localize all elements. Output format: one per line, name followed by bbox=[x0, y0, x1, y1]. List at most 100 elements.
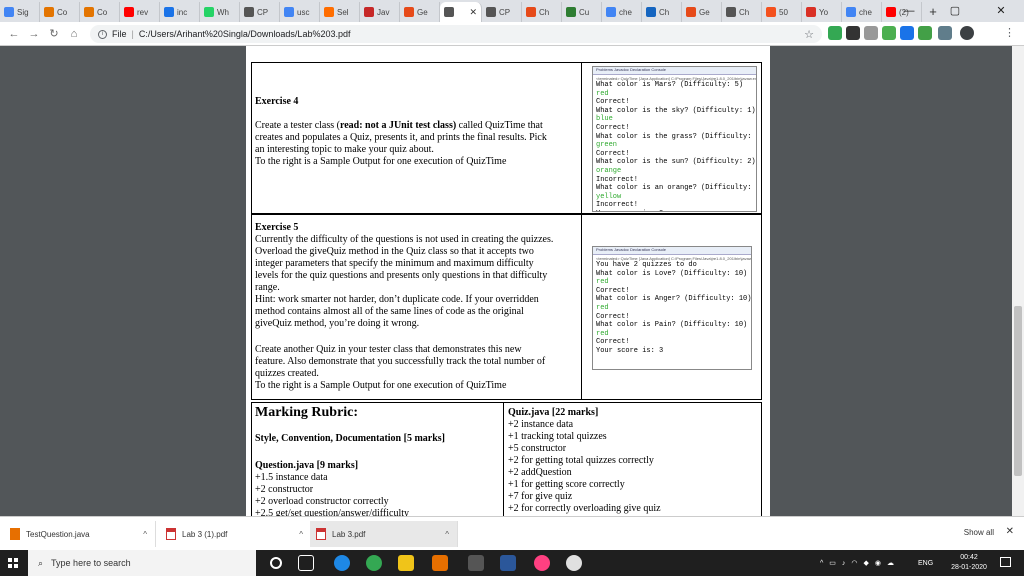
forward-button[interactable]: → bbox=[24, 28, 44, 40]
download-item[interactable]: Lab 3 (1).pdf ^ bbox=[160, 521, 312, 547]
itunes-icon[interactable] bbox=[534, 555, 550, 571]
browser-tab[interactable]: Jav bbox=[360, 2, 400, 22]
tab-favicon-icon bbox=[124, 7, 134, 17]
windows-taskbar: ⌕ Type here to search ^ ▭ ♪ ◠ ◆ ◉ ☁ ENG … bbox=[0, 550, 1024, 576]
browser-tab[interactable]: Sig bbox=[0, 2, 40, 22]
notifications-icon[interactable] bbox=[1000, 557, 1011, 567]
chrome-icon[interactable] bbox=[366, 555, 382, 571]
browser-tab[interactable]: Ch bbox=[522, 2, 562, 22]
extension-icon[interactable] bbox=[900, 26, 914, 40]
browser-tab[interactable]: Yo bbox=[802, 2, 842, 22]
quiz-java-heading: Quiz.java [22 marks] bbox=[508, 407, 599, 418]
onedrive-icon[interactable]: ☁ bbox=[887, 559, 894, 567]
cortana-icon[interactable] bbox=[270, 557, 282, 569]
tab-label: Sel bbox=[337, 7, 349, 17]
task-view-icon[interactable] bbox=[298, 555, 314, 571]
tab-favicon-icon bbox=[444, 7, 454, 17]
scrollbar-thumb[interactable] bbox=[1014, 306, 1022, 476]
extension-icon[interactable] bbox=[828, 26, 842, 40]
extension-icon[interactable] bbox=[846, 26, 860, 40]
minimize-button[interactable]: — bbox=[886, 0, 932, 22]
address-scheme: File bbox=[112, 29, 127, 39]
close-tab-icon[interactable]: ✕ bbox=[469, 7, 477, 18]
browser-tab[interactable]: Ge bbox=[400, 2, 440, 22]
bookmark-star-icon[interactable]: ☆ bbox=[804, 28, 814, 41]
chevron-up-icon[interactable]: ^ bbox=[820, 560, 823, 567]
taskbar-search-box[interactable]: ⌕ Type here to search bbox=[28, 550, 256, 576]
download-item-name: TestQuestion.java bbox=[26, 529, 90, 539]
extension-icon[interactable] bbox=[864, 26, 878, 40]
tab-label: Ch bbox=[739, 7, 750, 17]
back-button[interactable]: ← bbox=[4, 28, 24, 40]
tab-favicon-icon bbox=[566, 7, 576, 17]
console-line: Correct! bbox=[596, 149, 630, 158]
browser-tab[interactable]: Ge bbox=[682, 2, 722, 22]
maximize-button[interactable]: ▢ bbox=[932, 0, 978, 22]
tray-app-icon[interactable]: ◆ bbox=[864, 559, 869, 567]
browser-tab[interactable]: usc bbox=[280, 2, 320, 22]
avatar[interactable] bbox=[960, 26, 974, 40]
clock[interactable]: 00:42 28-01-2020 bbox=[944, 553, 994, 573]
address-bar[interactable]: i File | C:/Users/Arihant%20Singla/Downl… bbox=[90, 25, 822, 43]
download-item-name: Lab 3.pdf bbox=[332, 529, 366, 539]
show-all-downloads-button[interactable]: Show all bbox=[964, 528, 994, 537]
tab-favicon-icon bbox=[244, 7, 254, 17]
eclipse-icon[interactable] bbox=[432, 555, 448, 571]
chevron-up-icon[interactable]: ^ bbox=[143, 530, 147, 539]
edge-icon[interactable] bbox=[334, 555, 350, 571]
browser-tab[interactable]: Ch bbox=[642, 2, 682, 22]
info-icon[interactable]: i bbox=[98, 29, 107, 39]
tab-favicon-icon bbox=[404, 7, 414, 17]
windows-start-icon[interactable] bbox=[8, 558, 18, 568]
browser-tab[interactable]: Ch bbox=[722, 2, 762, 22]
console-line: Incorrect! bbox=[596, 175, 639, 184]
home-button[interactable]: ⌂ bbox=[64, 28, 84, 40]
wifi-icon[interactable]: ◠ bbox=[851, 559, 857, 567]
address-url: C:/Users/Arihant%20Singla/Downloads/Lab%… bbox=[138, 29, 351, 39]
download-item[interactable]: Lab 3.pdf ^ bbox=[310, 521, 458, 547]
tab-favicon-icon bbox=[486, 7, 496, 17]
reload-button[interactable]: ↻ bbox=[44, 27, 64, 40]
extension-icon[interactable] bbox=[882, 26, 896, 40]
download-item[interactable]: TestQuestion.java ^ bbox=[4, 521, 156, 547]
volume-icon[interactable]: ♪ bbox=[842, 560, 846, 567]
browser-tab[interactable]: che bbox=[842, 2, 882, 22]
battery-icon[interactable]: ▭ bbox=[829, 559, 836, 567]
tray-app-icon[interactable]: ◉ bbox=[875, 559, 881, 567]
browser-tab[interactable]: inc bbox=[160, 2, 200, 22]
word-icon[interactable] bbox=[500, 555, 516, 571]
close-downloads-bar-button[interactable]: ✕ bbox=[1006, 526, 1014, 537]
console-tab-bar: Problems Javadoc Declaration Console bbox=[593, 67, 756, 75]
browser-tab[interactable]: rev bbox=[120, 2, 160, 22]
chevron-up-icon[interactable]: ^ bbox=[299, 530, 303, 539]
browser-tab[interactable]: ✕ bbox=[440, 2, 482, 22]
extension-icon[interactable] bbox=[918, 26, 932, 40]
exercise-5-title: Exercise 5 bbox=[255, 222, 299, 233]
browser-tab[interactable]: CP bbox=[240, 2, 280, 22]
menu-kebab-icon[interactable]: ⋮ bbox=[1004, 26, 1015, 39]
tab-label: Wh bbox=[217, 7, 229, 17]
browser-tab[interactable]: Cu bbox=[562, 2, 602, 22]
console-line: What color is Pain? (Difficulty: 10) bbox=[596, 321, 748, 330]
language-indicator[interactable]: ENG bbox=[918, 550, 933, 576]
exercise-5-body-2: Create another Quiz in your tester class… bbox=[255, 344, 546, 391]
chevron-up-icon[interactable]: ^ bbox=[445, 530, 449, 539]
tab-favicon-icon bbox=[84, 7, 94, 17]
browser-tab[interactable]: Wh bbox=[200, 2, 240, 22]
pdf-scrollbar[interactable] bbox=[1012, 46, 1024, 516]
pdf-page: Exercise 4 Create a tester class (read: … bbox=[246, 46, 770, 516]
app-icon[interactable] bbox=[566, 555, 582, 571]
browser-tab[interactable]: Co bbox=[80, 2, 120, 22]
browser-tab[interactable]: 50 bbox=[762, 2, 802, 22]
question-java-heading: Question.java [9 marks] bbox=[255, 460, 359, 471]
java-file-icon bbox=[10, 528, 20, 540]
file-explorer-icon[interactable] bbox=[398, 555, 414, 571]
browser-tab[interactable]: Co bbox=[40, 2, 80, 22]
tab-favicon-icon bbox=[726, 7, 736, 17]
reading-list-icon[interactable] bbox=[938, 26, 952, 40]
browser-tab[interactable]: Sel bbox=[320, 2, 360, 22]
browser-tab[interactable]: CP bbox=[482, 2, 522, 22]
browser-tab[interactable]: che bbox=[602, 2, 642, 22]
app-icon[interactable] bbox=[468, 555, 484, 571]
close-window-button[interactable]: ✕ bbox=[978, 0, 1024, 22]
